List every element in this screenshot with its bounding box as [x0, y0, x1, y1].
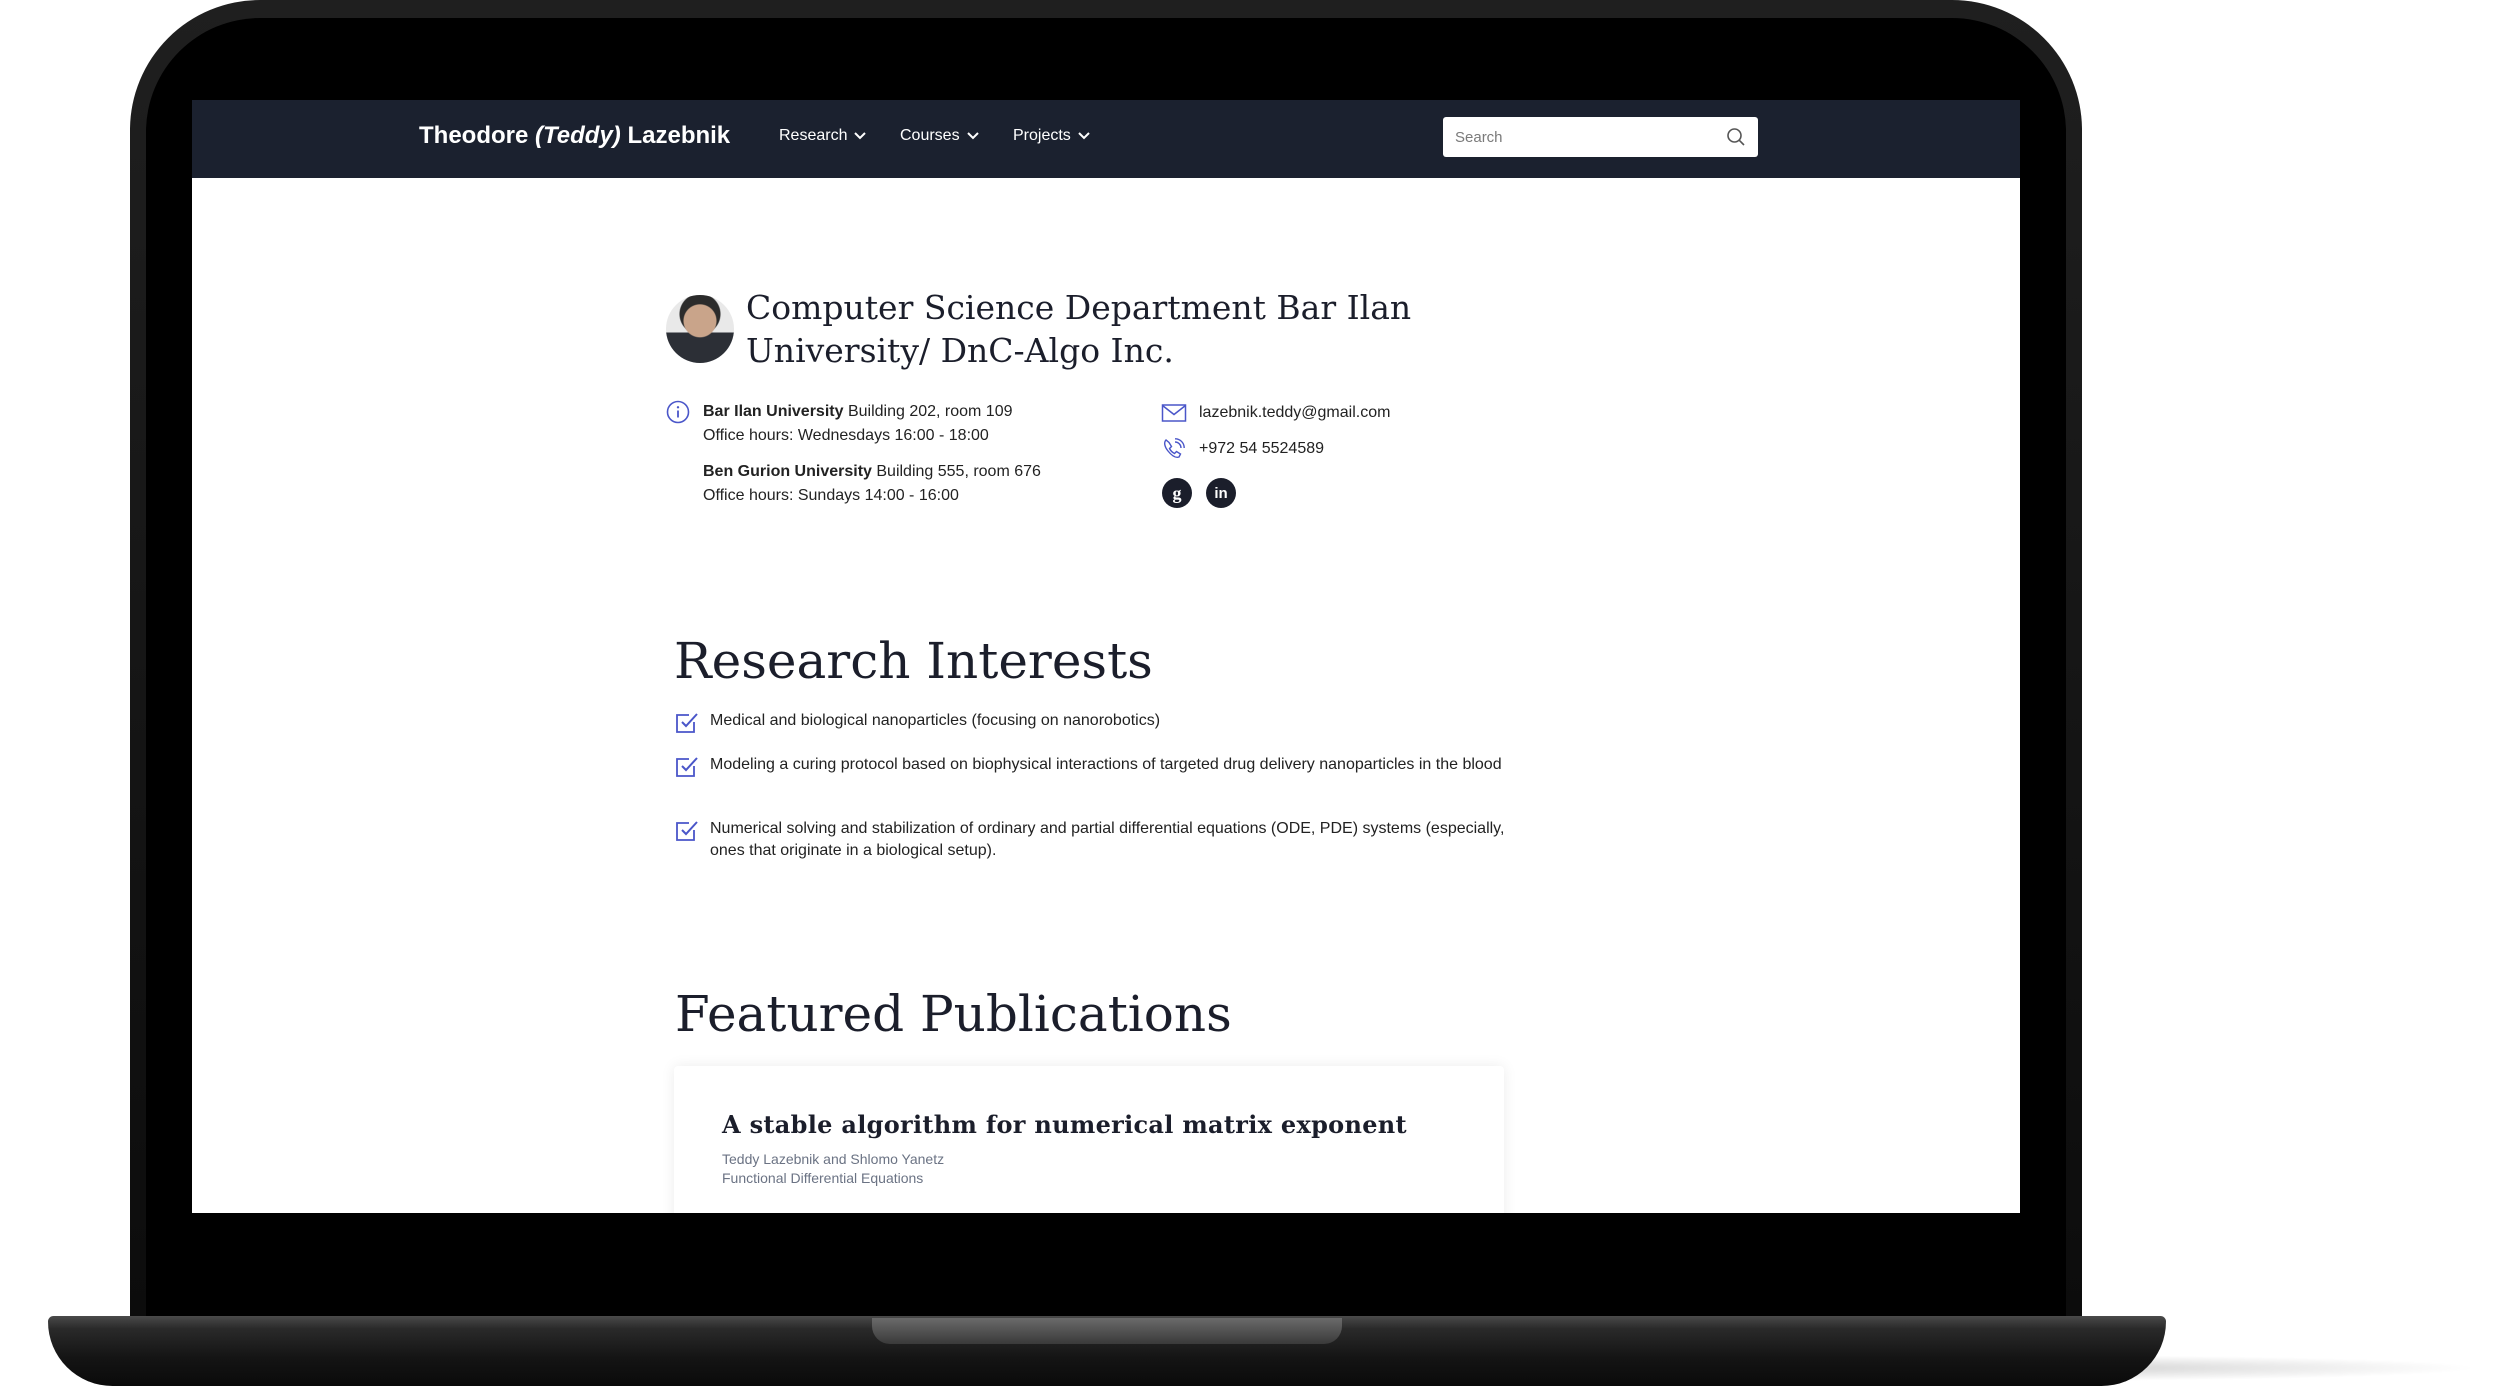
checkbox-checked-icon	[676, 821, 698, 841]
phone-number: +972 54 5524589	[1199, 440, 1325, 457]
nav-projects-label: Projects	[1013, 127, 1071, 144]
publication-card[interactable]: A stable algorithm for numerical matrix …	[674, 1066, 1504, 1213]
office-location: Building 202, room 109	[843, 403, 1013, 420]
interest-text: Numerical solving and stabilization of o…	[710, 820, 1505, 859]
phone-icon	[1163, 438, 1185, 458]
search-input[interactable]	[1443, 117, 1713, 157]
office-name: Ben Gurion University	[703, 463, 872, 480]
navbar: Theodore (Teddy) Lazebnik Research Cours…	[192, 100, 2020, 178]
research-interests-heading: Research Interests	[674, 632, 1153, 690]
interest-text: Medical and biological nanoparticles (fo…	[710, 712, 1161, 729]
office-location: Building 555, room 676	[871, 463, 1041, 480]
svg-text:g: g	[1173, 483, 1182, 503]
google-scholar-icon[interactable]: g	[1162, 478, 1192, 508]
publication-title[interactable]: A stable algorithm for numerical matrix …	[722, 1110, 1407, 1139]
site-brand[interactable]: Theodore (Teddy) Lazebnik	[419, 122, 730, 150]
nav-courses[interactable]: Courses	[900, 127, 980, 145]
brand-first: Theodore	[419, 122, 536, 149]
nav-research[interactable]: Research	[779, 127, 867, 145]
search-icon[interactable]	[1726, 127, 1746, 147]
publication-authors: Teddy Lazebnik and Shlomo Yanetz	[722, 1151, 945, 1167]
office-hours: Office hours: Sundays 14:00 - 16:00	[703, 487, 959, 504]
info-icon	[666, 400, 690, 424]
publication-venue: Functional Differential Equations	[722, 1170, 924, 1186]
nav-courses-label: Courses	[900, 127, 960, 144]
office-hours: Office hours: Wednesdays 16:00 - 18:00	[703, 427, 989, 444]
interest-text: Modeling a curing protocol based on biop…	[710, 756, 1502, 773]
brand-last: Lazebnik	[620, 122, 731, 149]
email-icon	[1161, 404, 1187, 422]
chevron-down-icon	[854, 132, 867, 140]
nav-projects[interactable]: Projects	[1013, 127, 1091, 145]
affiliation-heading: Computer Science Department Bar Ilan Uni…	[746, 288, 1412, 370]
search-box	[1443, 117, 1758, 157]
svg-text:in: in	[1214, 485, 1227, 502]
featured-publications-heading: Featured Publications	[675, 985, 1232, 1043]
brand-nick: (Teddy)	[535, 122, 621, 149]
email-row[interactable]: lazebnik.teddy@gmail.com	[1161, 402, 1390, 424]
office-address: Ben Gurion University Building 555, room…	[703, 460, 1041, 484]
screen: Theodore (Teddy) Lazebnik Research Cours…	[192, 100, 2020, 1213]
checkbox-checked-icon	[676, 713, 698, 733]
avatar	[666, 295, 734, 363]
email-link[interactable]: lazebnik.teddy@gmail.com	[1199, 404, 1390, 422]
chevron-down-icon	[966, 132, 979, 140]
office-address: Bar Ilan University Building 202, room 1…	[703, 400, 1013, 424]
laptop-notch	[872, 1318, 1342, 1344]
office-name: Bar Ilan University	[703, 403, 844, 420]
linkedin-icon[interactable]: in	[1206, 478, 1236, 508]
nav-research-label: Research	[779, 127, 848, 144]
checkbox-checked-icon	[676, 757, 698, 777]
phone-row[interactable]: +972 54 5524589	[1161, 438, 1324, 460]
chevron-down-icon	[1078, 132, 1090, 140]
